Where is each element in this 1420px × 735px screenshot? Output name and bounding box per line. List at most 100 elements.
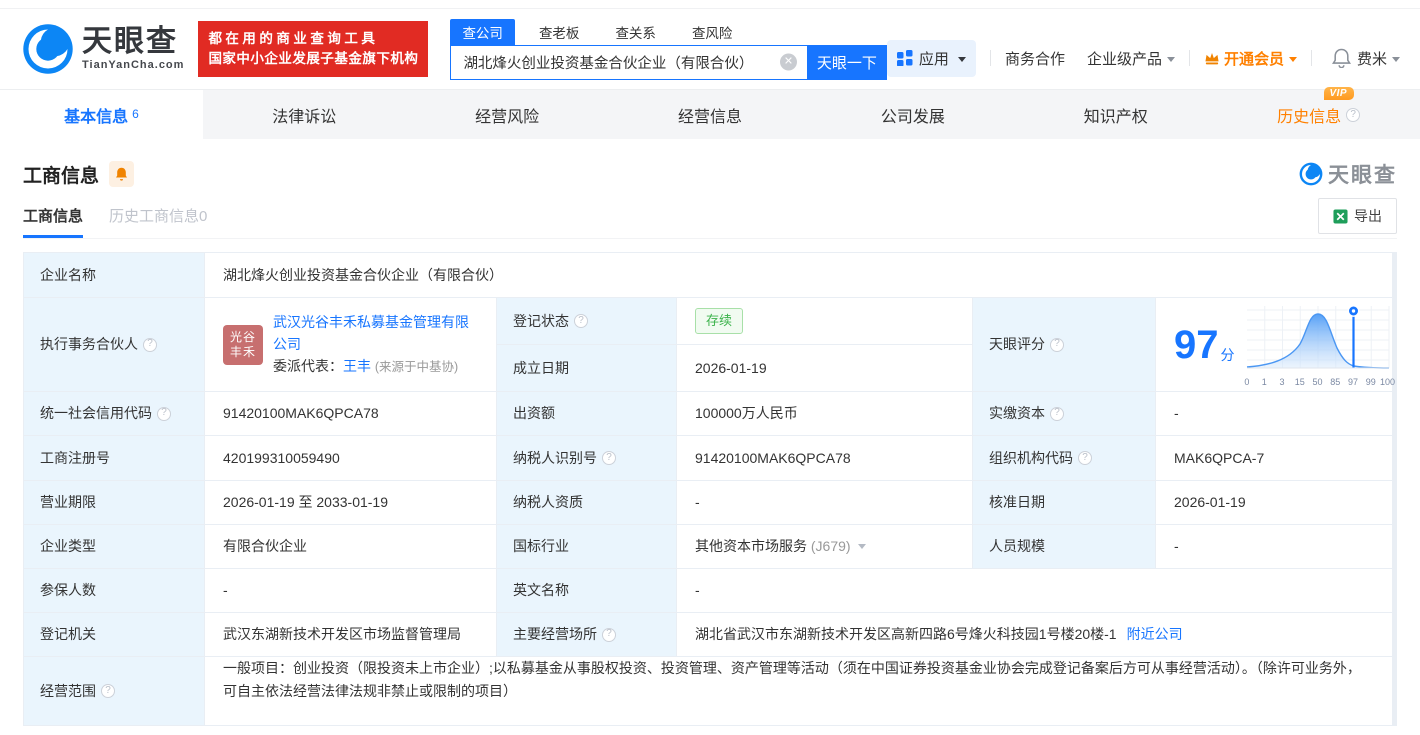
field-label: 纳税人资质 xyxy=(497,481,676,524)
business-cooperation-link[interactable]: 商务合作 xyxy=(1005,48,1065,69)
field-label: 国标行业 xyxy=(497,525,676,568)
partner-company-link[interactable]: 武汉光谷丰禾私募基金管理有限公司 xyxy=(273,314,469,352)
credit-code-value: 91420100MAK6QPCA78 xyxy=(205,392,496,435)
field-label: 登记状态 xyxy=(497,298,676,344)
subtab-history-business-info[interactable]: 历史工商信息0 xyxy=(109,205,207,238)
tab-operation-info[interactable]: 经营信息 xyxy=(609,90,812,139)
chart-x-axis: 0 1 3 15 50 85 97 99 100 xyxy=(1244,377,1396,387)
search-tab-boss[interactable]: 查老板 xyxy=(527,19,592,45)
apps-menu[interactable]: 应用 xyxy=(886,39,976,77)
tab-label: 法律诉讼 xyxy=(272,108,337,126)
help-icon[interactable] xyxy=(1078,451,1092,465)
user-menu[interactable]: 费米 xyxy=(1357,48,1400,69)
search-tab-risk[interactable]: 查风险 xyxy=(680,19,745,45)
tianyancha-logo-icon xyxy=(22,23,74,75)
field-label: 企业类型 xyxy=(24,525,204,568)
tab-count: 6 xyxy=(132,106,139,121)
search-input[interactable] xyxy=(451,45,807,79)
expand-industry-icon[interactable] xyxy=(857,544,866,549)
help-icon[interactable] xyxy=(1346,107,1361,122)
header-nav: 应用 商务合作 企业级产品 开通会员 费米 xyxy=(886,39,1400,77)
help-icon[interactable] xyxy=(1050,406,1064,421)
tab-legal-proceedings[interactable]: 法律诉讼 xyxy=(203,90,406,139)
slogan-banner: 都在用的商业查询工具 国家中小企业发展子基金旗下机构 xyxy=(198,21,429,77)
delegate-source: (来源于中基协) xyxy=(374,360,459,374)
tab-basic-info[interactable]: 基本信息 6 xyxy=(0,90,203,139)
username: 费米 xyxy=(1356,50,1387,68)
field-label: 企业名称 xyxy=(24,253,204,297)
header: 天眼查 TianYanCha.com 都在用的商业查询工具 国家中小企业发展子基… xyxy=(0,9,1420,89)
partner-avatar[interactable]: 光谷丰禾 xyxy=(223,324,263,365)
business-site-value: 湖北省武汉市东湖新技术开发区高新四路6号烽火科技园1号楼20楼-1 附近公司 xyxy=(677,613,1392,656)
watermark-text: 天眼查 xyxy=(1328,164,1397,187)
divider xyxy=(1188,50,1190,66)
nearby-companies-link[interactable]: 附近公司 xyxy=(1127,624,1183,644)
export-label: 导出 xyxy=(1354,208,1382,224)
field-label: 工商注册号 xyxy=(24,436,204,480)
field-label: 营业期限 xyxy=(24,481,204,524)
tianyancha-logo[interactable]: 天眼查 TianYanCha.com xyxy=(22,23,184,75)
tab-label: 经营信息 xyxy=(678,108,743,126)
search-tab-relation[interactable]: 查关系 xyxy=(603,19,668,45)
field-label: 人员规模 xyxy=(973,525,1155,568)
tab-label: 历史信息 xyxy=(1277,108,1342,126)
field-label: 统一社会信用代码 xyxy=(24,392,204,435)
tab-intellectual-property[interactable]: 知识产权 xyxy=(1014,90,1217,139)
field-label: 英文名称 xyxy=(497,569,676,612)
search-button[interactable]: 天眼一下 xyxy=(806,44,887,80)
notification-bell-icon[interactable] xyxy=(1332,48,1351,68)
tab-history-info[interactable]: VIP 历史信息 xyxy=(1217,86,1420,139)
subtab-business-info[interactable]: 工商信息 xyxy=(23,205,84,238)
score-distribution-chart: 0 1 3 15 50 85 97 99 100 xyxy=(1243,302,1396,387)
vip-badge: VIP xyxy=(1324,86,1355,100)
registration-number-value: 420199310059490 xyxy=(205,436,496,480)
help-icon[interactable] xyxy=(1050,337,1064,352)
help-icon[interactable] xyxy=(157,406,171,421)
score-unit: 分 xyxy=(1220,346,1235,363)
open-vip-menu[interactable]: 开通会员 xyxy=(1204,48,1297,69)
help-icon[interactable] xyxy=(602,627,616,642)
approve-date-value: 2026-01-19 xyxy=(1156,481,1392,524)
apps-label: 应用 xyxy=(918,50,949,68)
field-label: 核准日期 xyxy=(973,481,1155,524)
monitor-bell-icon[interactable] xyxy=(109,161,135,187)
enterprise-products-label: 企业级产品 xyxy=(1086,50,1162,68)
logo-domain: TianYanCha.com xyxy=(82,59,185,71)
watermark-logo-icon xyxy=(1299,162,1323,186)
tab-operation-risk[interactable]: 经营风险 xyxy=(406,90,609,139)
top-divider xyxy=(0,0,1420,9)
registration-status-value: 存续 xyxy=(677,298,972,344)
business-scope-value: 一般项目：创业投资（限投资未上市企业）;以私募基金从事股权投资、投资管理、资产管… xyxy=(205,657,1392,725)
taxpayer-id-value: 91420100MAK6QPCA78 xyxy=(677,436,972,480)
chevron-down-icon xyxy=(1166,56,1175,62)
open-vip-label: 开通会员 xyxy=(1223,50,1284,68)
insured-count-value: - xyxy=(205,569,496,612)
field-label: 实缴资本 xyxy=(973,392,1155,435)
registration-authority-value: 武汉东湖新技术开发区市场监督管理局 xyxy=(205,613,496,656)
tab-label: 公司发展 xyxy=(880,108,945,126)
tab-label: 知识产权 xyxy=(1083,108,1148,126)
logo-brand: 天眼查 xyxy=(82,25,178,58)
help-icon[interactable] xyxy=(574,314,588,328)
field-label: 登记机关 xyxy=(24,613,204,656)
watermark-logo: 天眼查 xyxy=(1299,159,1397,189)
business-term-value: 2026-01-19 至 2033-01-19 xyxy=(205,481,496,524)
business-info-card: 工商信息 天眼查 工商信息 历史工商信息0 导出 企业名称 湖北烽火创业投资基金… xyxy=(0,159,1420,726)
field-label: 成立日期 xyxy=(497,345,676,391)
help-icon[interactable] xyxy=(602,451,616,465)
tianyan-score-cell[interactable]: 97 分 0 1 3 15 50 85 97 99 100 xyxy=(1156,298,1396,391)
enterprise-products-menu[interactable]: 企业级产品 xyxy=(1087,48,1175,69)
help-icon[interactable] xyxy=(143,337,157,352)
search-tab-company[interactable]: 查公司 xyxy=(450,18,515,45)
clear-search-icon[interactable]: ✕ xyxy=(779,53,797,71)
divider xyxy=(1310,50,1312,66)
help-icon[interactable] xyxy=(101,684,115,698)
section-title: 工商信息 xyxy=(23,165,100,187)
tab-company-development[interactable]: 公司发展 xyxy=(811,90,1014,139)
search-block: 查公司 查老板 查关系 查风险 ✕ 天眼一下 xyxy=(450,18,887,80)
field-label: 主要经营场所 xyxy=(497,613,676,656)
crown-icon xyxy=(1204,51,1220,66)
delegate-link[interactable]: 王丰 xyxy=(343,358,371,374)
status-badge: 存续 xyxy=(695,307,744,335)
export-button[interactable]: 导出 xyxy=(1318,198,1397,234)
